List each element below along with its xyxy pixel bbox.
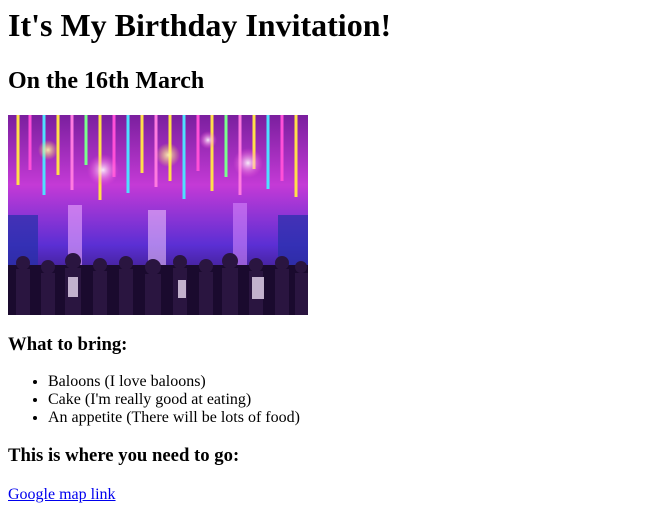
page-subtitle: On the 16th March — [8, 68, 205, 94]
google-map-link[interactable]: Google map link — [8, 486, 116, 503]
list-item: Cake (I'm really good at eating) — [48, 391, 646, 409]
list-item: Baloons (I love baloons) — [48, 373, 646, 391]
page: It's My Birthday Invitation! On the 16th… — [0, 0, 654, 504]
party-photo — [8, 115, 308, 315]
list-item: An appetite (There will be lots of food) — [48, 409, 646, 427]
bring-heading: What to bring: — [8, 334, 128, 355]
directions-heading: This is where you need to go: — [8, 445, 240, 466]
map-paragraph: Google map link — [8, 486, 646, 504]
bring-list: Baloons (I love baloons) Cake (I'm reall… — [8, 373, 646, 427]
page-title: It's My Birthday Invitation! — [8, 7, 392, 43]
